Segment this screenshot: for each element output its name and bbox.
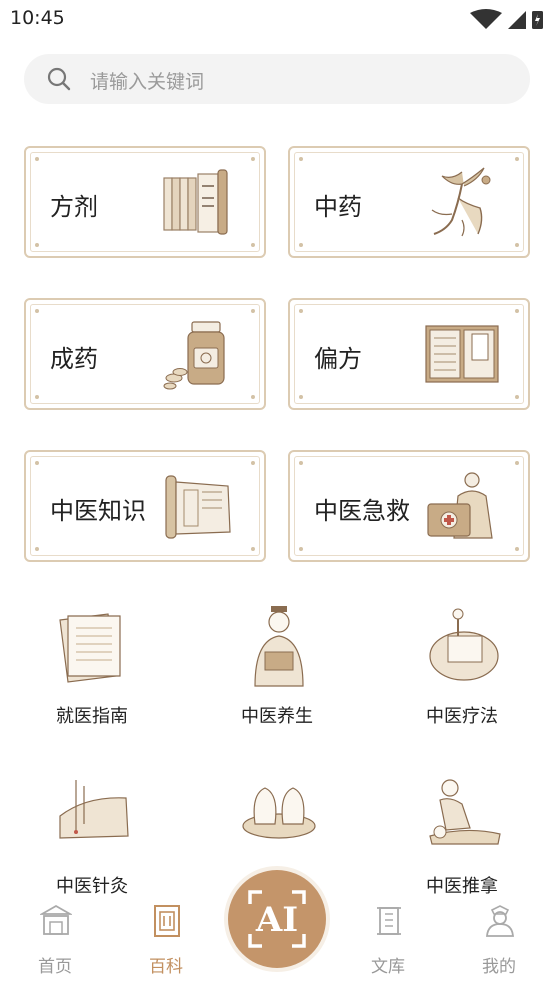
person-icon: [486, 905, 514, 937]
grid-item-label: 中医针灸: [56, 876, 128, 897]
status-bar: 10:45: [0, 0, 554, 38]
card-fangji[interactable]: 方剂: [24, 146, 266, 258]
grid-item-zhongyi-yangsheng[interactable]: 中医养生: [207, 606, 347, 736]
open-book-icon: [425, 325, 499, 383]
card-chengyao[interactable]: 成药: [24, 298, 266, 410]
massage-therapy-icon: [429, 608, 499, 681]
grid-item-label: 中医推拿: [426, 876, 498, 897]
grid-item-zhongyi-liaofa[interactable]: 中医疗法: [392, 606, 532, 736]
tab-home[interactable]: 首页: [10, 896, 100, 984]
tab-label: 首页: [38, 957, 72, 977]
first-aid-doctor-icon: [427, 472, 493, 539]
grid-item-label: 中医养生: [241, 706, 313, 727]
tab-wenku[interactable]: 文库: [343, 896, 433, 984]
card-label: 中医急救: [314, 497, 410, 525]
grid-item-zhongyi-zhenjiu[interactable]: 中医针灸: [22, 776, 162, 906]
acupuncture-icon: [59, 780, 129, 839]
papers-icon: [59, 613, 121, 683]
search-placeholder: 请输入关键词: [90, 71, 205, 93]
card-label: 偏方: [314, 345, 362, 373]
card-label: 成药: [50, 345, 98, 373]
library-scroll-icon: [377, 907, 401, 935]
scan-frame-icon: AI: [248, 890, 306, 948]
scroll-icon: [165, 475, 231, 539]
grid-item-label: 就医指南: [56, 706, 128, 727]
ai-button-label: AI: [255, 900, 298, 940]
ai-button[interactable]: AI: [228, 870, 326, 968]
tab-mine[interactable]: 我的: [454, 896, 544, 984]
status-time: 10:45: [10, 7, 65, 29]
status-icons: [470, 9, 543, 29]
scroll-icon: [154, 905, 180, 937]
card-label: 方剂: [50, 193, 98, 221]
grid-item-zhongyi-tuina[interactable]: 中医推拿: [392, 776, 532, 906]
card-label: 中药: [314, 193, 362, 221]
signal-icon: [508, 11, 526, 29]
search-bar[interactable]: 请输入关键词: [24, 54, 530, 104]
card-zhongyi-jijiu[interactable]: 中医急救: [288, 450, 530, 562]
tuina-massage-icon: [429, 779, 501, 845]
grid-item-jiuyi-zhinan[interactable]: 就医指南: [22, 606, 162, 736]
wifi-icon: [470, 9, 502, 29]
scroll-books-icon: [163, 169, 228, 235]
grid-item-label: 中医疗法: [426, 706, 498, 727]
tab-label: 百科: [149, 957, 183, 977]
search-icon: [47, 67, 71, 91]
medicine-jar-icon: [163, 321, 225, 390]
card-pianfang[interactable]: 偏方: [288, 298, 530, 410]
tab-label: 文库: [371, 957, 405, 977]
scholar-reading-icon: [254, 606, 304, 687]
card-label: 中医知识: [50, 497, 146, 525]
home-building-icon: [40, 904, 72, 935]
tab-label: 我的: [482, 957, 516, 977]
ginseng-icon: [431, 167, 491, 237]
card-zhongyi-zhishi[interactable]: 中医知识: [24, 450, 266, 562]
tab-baike[interactable]: 百科: [121, 896, 211, 984]
card-zhongyao[interactable]: 中药: [288, 146, 530, 258]
cupping-icon: [242, 787, 316, 839]
